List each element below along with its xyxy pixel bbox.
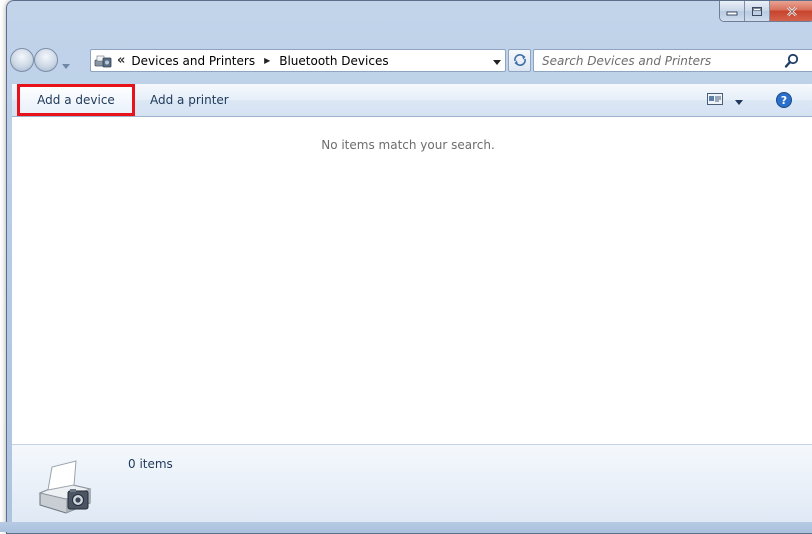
devices-and-printers-icon bbox=[91, 50, 115, 71]
search-input[interactable] bbox=[534, 52, 792, 69]
help-button[interactable]: ? bbox=[776, 92, 792, 111]
back-button[interactable] bbox=[10, 48, 34, 72]
minimize-button[interactable] bbox=[720, 1, 745, 21]
add-a-printer-button[interactable]: Add a printer bbox=[142, 84, 237, 116]
breadcrumb-devices-and-printers[interactable]: Devices and Printers bbox=[131, 54, 255, 68]
recent-pages-button[interactable] bbox=[62, 58, 70, 72]
title-bar[interactable] bbox=[7, 1, 812, 41]
close-button[interactable] bbox=[770, 1, 812, 21]
change-view-button[interactable] bbox=[707, 93, 743, 108]
minimize-icon bbox=[726, 6, 738, 16]
refresh-button[interactable] bbox=[508, 49, 531, 72]
overflow-chevron[interactable]: « bbox=[117, 53, 125, 68]
empty-results-message: No items match your search. bbox=[321, 138, 495, 152]
close-icon bbox=[786, 6, 798, 17]
caption-buttons bbox=[719, 1, 812, 22]
view-options-icon bbox=[707, 93, 723, 108]
add-a-device-button[interactable]: Add a device bbox=[17, 84, 135, 116]
search-box bbox=[533, 49, 812, 72]
item-count: 0 items bbox=[128, 457, 173, 471]
command-bar: Add a device Add a printer ? bbox=[12, 84, 812, 117]
chevron-down-icon bbox=[493, 54, 501, 68]
chevron-down-icon bbox=[735, 94, 743, 108]
help-icon: ? bbox=[776, 92, 792, 111]
search-icon bbox=[784, 53, 800, 72]
printer-camera-device-icon bbox=[34, 453, 96, 518]
breadcrumb-bluetooth-devices[interactable]: Bluetooth Devices bbox=[279, 54, 388, 68]
breadcrumb-separator-icon[interactable]: ▶ bbox=[264, 56, 270, 65]
items-view[interactable]: No items match your search. bbox=[12, 117, 812, 444]
maximize-button[interactable] bbox=[745, 1, 770, 21]
details-pane: 0 items bbox=[12, 444, 812, 523]
search-button[interactable] bbox=[784, 53, 800, 72]
address-bar[interactable]: « Devices and Printers ▶ Bluetooth Devic… bbox=[90, 49, 506, 72]
maximize-icon bbox=[751, 6, 763, 17]
address-dropdown-button[interactable] bbox=[489, 54, 505, 68]
chevron-down-icon bbox=[62, 58, 70, 72]
window-bottom-border bbox=[0, 522, 812, 532]
svg-text:?: ? bbox=[781, 94, 787, 107]
navigation-row: « Devices and Printers ▶ Bluetooth Devic… bbox=[0, 46, 812, 76]
refresh-icon bbox=[512, 52, 528, 69]
forward-button[interactable] bbox=[34, 48, 58, 72]
